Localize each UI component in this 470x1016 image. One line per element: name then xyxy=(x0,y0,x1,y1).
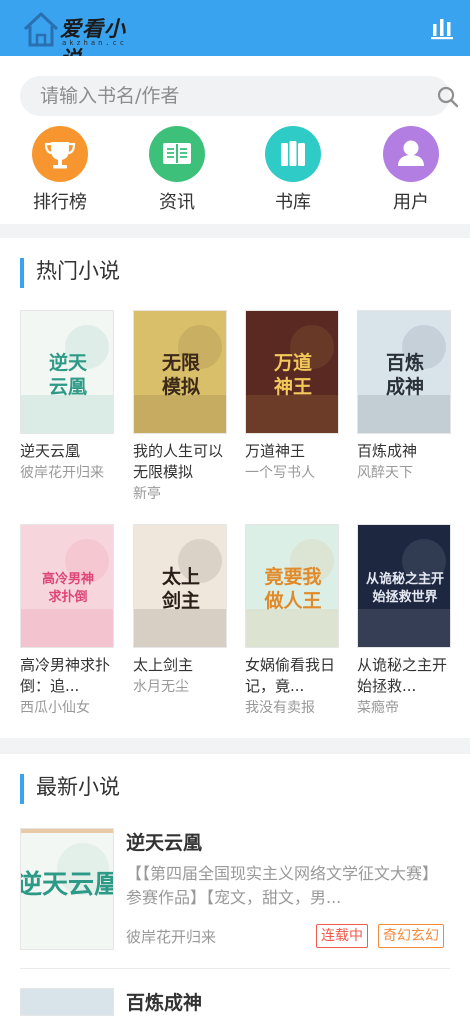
nav-item-user[interactable]: 用户 xyxy=(366,126,456,216)
user-icon xyxy=(383,126,439,182)
house-logo-icon xyxy=(23,12,59,47)
book-card[interactable]: 百炼 成神 百炼成神 风醉天下 xyxy=(357,310,453,483)
cover-text: 无限 xyxy=(162,352,200,374)
cover-text: 百炼 xyxy=(386,351,424,374)
hot-novels-section: 热门小说 逆天 云凰 逆天云凰 彼岸花开归来 无限 模拟 我的人生可以无限模拟 新亭 万道 神王万… xyxy=(0,238,470,738)
book-author: 一个写书人 xyxy=(245,465,315,481)
cover-text: 模拟 xyxy=(162,375,200,398)
book-title[interactable]: 百炼成神 xyxy=(357,441,453,462)
top-panel: 排行榜 资讯 xyxy=(0,56,470,224)
book-cover[interactable]: 逆天云凰 xyxy=(20,310,114,434)
book-card[interactable]: 无限 模拟我的人生可以无限模拟新亭 xyxy=(133,310,229,504)
cover-text: 成神 xyxy=(386,375,424,398)
book-title[interactable]: 高冷男神求扑倒：追... xyxy=(20,655,116,697)
book-author: 新亭 xyxy=(133,486,161,502)
status-badge: 连载中 xyxy=(316,924,368,948)
search-input[interactable] xyxy=(40,76,420,116)
logo-subtext: akzhan.cc xyxy=(62,39,127,47)
cover-text: 云凰 xyxy=(49,376,87,398)
book-card[interactable]: 高冷男神求扑倒高冷男神求扑倒：追... 西瓜小仙女 xyxy=(20,524,116,718)
book-author: 水月无尘 xyxy=(133,679,189,695)
bar-chart-icon[interactable] xyxy=(430,16,454,40)
book-cover[interactable]: 竟要我 做人王 xyxy=(245,524,339,648)
book-title[interactable]: 逆天云凰 xyxy=(20,441,116,462)
cover-text: 求扑倒 xyxy=(48,589,87,605)
trophy-icon xyxy=(32,126,88,182)
nav-label: 书库 xyxy=(275,192,311,213)
section-title: 热门小说 xyxy=(20,258,120,288)
cover-text: 始拯救世界 xyxy=(372,589,437,605)
nav-label: 排行榜 xyxy=(33,192,87,213)
book-title[interactable]: 女娲偷看我日记，竟... xyxy=(245,655,341,697)
book-cover[interactable]: 无限 模拟 xyxy=(133,310,227,434)
search-bar[interactable] xyxy=(20,76,459,116)
search-icon[interactable] xyxy=(436,85,460,109)
book-card[interactable]: 竟要我 做人王女娲偷看我日记，竟... 我没有卖报 xyxy=(245,524,341,718)
book-title[interactable]: 我的人生可以无限模拟 xyxy=(133,441,229,483)
book-author: 彼岸花开归来 xyxy=(20,465,104,481)
book-title[interactable]: 逆天云凰 xyxy=(126,828,202,855)
book-cover[interactable]: 万道 神王 xyxy=(245,310,339,434)
book-title[interactable]: 百炼成神 xyxy=(126,988,202,1015)
list-item[interactable]: 百炼成神 xyxy=(20,988,450,1016)
new-novels-section: 最新小说 逆天云凰 逆天云凰 【【第四届全国现实主义网络文学征文大赛】参赛作品】… xyxy=(0,754,470,1016)
book-intro: 【【第四届全国现实主义网络文学征文大赛】参赛作品】【宠文，甜文，男... xyxy=(126,864,439,907)
book-cover[interactable]: 百炼 成神 xyxy=(357,310,451,434)
nav-label: 资讯 xyxy=(159,192,195,213)
cover-text: 逆天 xyxy=(49,351,88,374)
cover-text: 逆天云凰 xyxy=(21,869,114,900)
quick-nav: 排行榜 资讯 书库 用户 xyxy=(0,126,470,216)
book-open-icon xyxy=(149,126,205,182)
book-cover[interactable]: 逆天云凰 xyxy=(20,828,114,950)
cover-text: 剑主 xyxy=(161,589,200,612)
cover-text: 太上 xyxy=(162,565,200,588)
book-card[interactable]: 万道 神王 万道神王 一个写书人 xyxy=(245,310,341,483)
book-cover[interactable]: 太上 剑主 xyxy=(133,524,227,648)
cover-text: 高冷男神 xyxy=(42,571,94,587)
book-card[interactable]: 从诡秘之主开 始拯救世界从诡秘之主开始拯救... 菜瘾帝 xyxy=(357,524,453,718)
book-author: 风醉天下 xyxy=(357,465,413,481)
book-card[interactable]: 太上 剑主 太上剑主 水月无尘 xyxy=(133,524,229,697)
book-author: 西瓜小仙女 xyxy=(20,700,90,716)
book-cover[interactable]: 从诡秘之主开 始拯救世界 xyxy=(357,524,451,648)
cover-text: 做人王 xyxy=(263,589,321,612)
nav-item-ranking[interactable]: 排行榜 xyxy=(15,126,105,216)
book-cover[interactable] xyxy=(20,988,114,1016)
app-header: 爱看小说 akzhan.cc xyxy=(0,0,470,71)
book-title[interactable]: 太上剑主 xyxy=(133,655,229,676)
book-author: 菜瘾帝 xyxy=(357,700,399,716)
cover-text: 神王 xyxy=(274,375,312,398)
genre-badge: 奇幻玄幻 xyxy=(378,924,444,948)
book-author: 我没有卖报 xyxy=(245,700,315,716)
cover-text: 竟要我 xyxy=(264,565,321,588)
book-cover[interactable]: 高冷男神 求扑倒 xyxy=(20,524,114,648)
nav-item-news[interactable]: 资讯 xyxy=(132,126,222,216)
book-title[interactable]: 万道神王 xyxy=(245,441,341,462)
cover-text: 从诡秘之主开 xyxy=(366,571,444,587)
book-author: 彼岸花开归来 xyxy=(126,928,217,946)
book-title[interactable]: 从诡秘之主开始拯救... xyxy=(357,655,453,697)
list-divider xyxy=(20,968,450,969)
site-logo[interactable]: 爱看小说 akzhan.cc xyxy=(22,9,146,71)
cover-text: 万道 xyxy=(273,351,312,374)
nav-item-library[interactable]: 书库 xyxy=(248,126,338,216)
list-item[interactable]: 逆天云凰 逆天云凰 【【第四届全国现实主义网络文学征文大赛】参赛作品】【宠文，甜… xyxy=(20,828,450,952)
book-card[interactable]: 逆天 云凰 逆天云凰 彼岸花开归来 xyxy=(20,310,116,483)
nav-label: 用户 xyxy=(393,192,429,213)
section-title: 最新小说 xyxy=(20,774,120,804)
books-icon xyxy=(265,126,321,182)
